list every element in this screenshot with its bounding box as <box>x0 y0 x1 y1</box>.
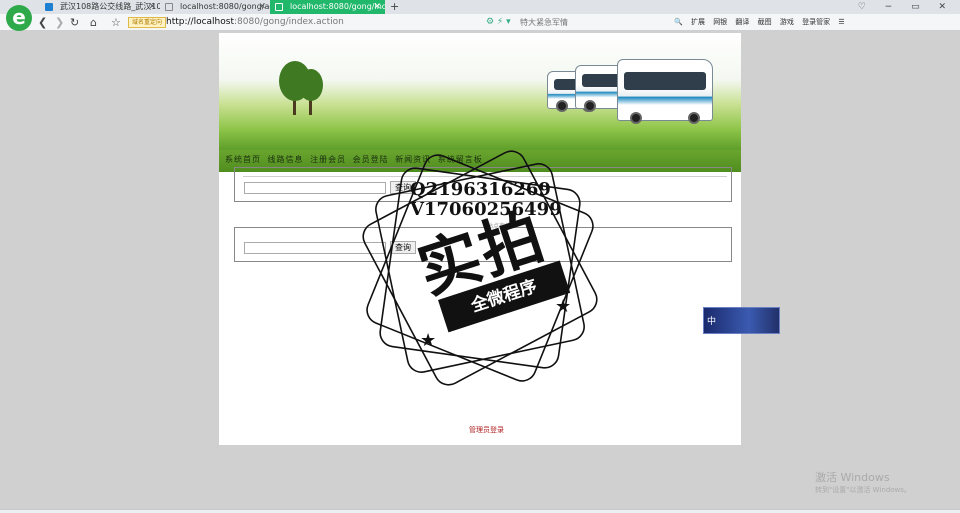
toolbar-translate[interactable]: 翻译 <box>735 18 749 26</box>
search-icon[interactable]: 🔍 <box>674 18 683 26</box>
tab-close-icon[interactable]: ✕ <box>373 0 381 14</box>
windows-activation-notice: 激活 Windows 转到"设置"以激活 Windows。 <box>815 472 911 496</box>
home-icon[interactable]: ⌂ <box>90 15 97 30</box>
new-tab-button[interactable]: + <box>390 0 399 14</box>
tab-admin[interactable]: localhost:8080/gong/admin/ ✕ <box>160 0 270 14</box>
tree <box>299 69 323 101</box>
forward-icon[interactable]: ❯ <box>55 15 64 30</box>
back-icon[interactable]: ❮ <box>38 15 47 30</box>
lightning-icon[interactable]: ⚙ ⚡ ▾ <box>486 15 511 30</box>
tab-index-active[interactable]: localhost:8080/gong/index.a ✕ <box>270 0 385 14</box>
tab-close-icon[interactable]: ✕ <box>258 0 266 14</box>
toolbar-games[interactable]: 游戏 <box>780 18 794 26</box>
address-bar[interactable]: http://localhost:8080/gong/index.action <box>166 15 344 30</box>
menu-icon[interactable]: ☰ <box>838 18 844 26</box>
admin-login-link[interactable]: 管理员登录 <box>469 425 504 435</box>
nav-routes[interactable]: 线路信息 <box>268 155 304 164</box>
nav-guestbook[interactable]: 系统留言板 <box>438 155 483 164</box>
toolbar-extensions[interactable]: 扩展 <box>691 18 705 26</box>
widget-label: 中 <box>707 317 717 327</box>
tab-page-icon <box>275 3 283 11</box>
game-ad-widget[interactable]: 中 <box>703 307 780 334</box>
station-search-input[interactable] <box>244 242 386 254</box>
tab-bar: 武汉108路公交线路_武汉108路 ✕ localhost:8080/gong/… <box>0 0 960 14</box>
url-path: :8080/gong/index.action <box>233 17 344 27</box>
toolbar-screenshot[interactable]: 截图 <box>758 18 772 26</box>
toolbar-items: 🔍 扩展 网银 翻译 截图 游戏 登录管家 ☰ <box>674 15 851 30</box>
tab-label: 武汉108路公交线路_武汉108路 <box>60 2 160 11</box>
activation-subtitle: 转到"设置"以激活 Windows。 <box>815 486 911 494</box>
activation-title: 激活 Windows <box>815 471 890 484</box>
browser-toolbar: ❮ ❯ ↻ ⌂ ☆ 域名重定向 http://localhost:8080/go… <box>0 14 960 31</box>
star-icon: ★ <box>555 296 572 317</box>
status-bar <box>0 509 960 513</box>
tab-close-icon[interactable]: ✕ <box>148 0 156 14</box>
tab-wuhan-108[interactable]: 武汉108路公交线路_武汉108路 ✕ <box>40 0 160 14</box>
redirect-badge: 域名重定向 <box>128 17 167 28</box>
bus-image <box>617 59 713 124</box>
divider <box>243 176 727 177</box>
nav-news[interactable]: 新闻资讯 <box>395 155 431 164</box>
tab-page-icon <box>165 3 173 11</box>
toolbar-bank[interactable]: 网银 <box>713 18 727 26</box>
favorite-star-icon[interactable]: ☆ <box>111 15 121 30</box>
route-search-input[interactable] <box>244 182 386 194</box>
tab-favicon-icon <box>45 3 53 11</box>
nav-register[interactable]: 注册会员 <box>310 155 346 164</box>
window-controls[interactable]: ♡ − ▭ ✕ <box>858 0 954 14</box>
reload-icon[interactable]: ↻ <box>70 15 79 30</box>
tab-label: localhost:8080/gong/index.a <box>290 2 385 11</box>
nav-login[interactable]: 会员登陆 <box>353 155 389 164</box>
browser-logo-icon[interactable]: e <box>6 5 32 31</box>
toolbar-login-manager[interactable]: 登录管家 <box>802 18 830 26</box>
url-host: http://localhost <box>166 17 234 27</box>
header-banner <box>219 33 741 150</box>
search-input[interactable] <box>520 15 670 30</box>
star-icon: ★ <box>420 330 437 351</box>
tab-label: localhost:8080/gong/admin/ <box>180 2 270 11</box>
nav-home[interactable]: 系统首页 <box>225 155 261 164</box>
